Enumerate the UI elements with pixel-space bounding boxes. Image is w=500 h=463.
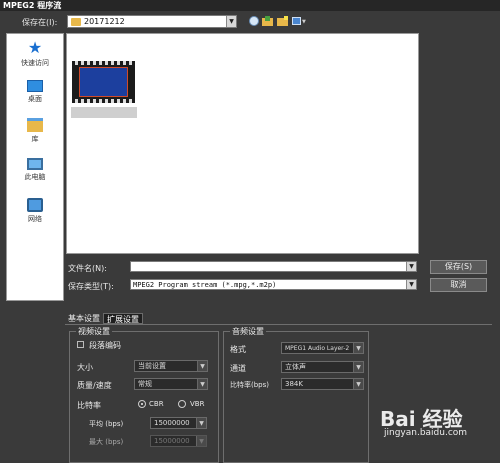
sidebar-item-label: 桌面 — [28, 95, 42, 103]
size-select[interactable]: 当前设置 ▼ — [134, 360, 208, 372]
window-title: MPEG2 程序流 — [0, 0, 500, 11]
segment-encoding-label: 段落编码 — [89, 341, 121, 350]
vbr-label: VBR — [190, 400, 205, 408]
sidebar-item-label: 库 — [31, 135, 39, 143]
chevron-down-icon[interactable]: ▼ — [197, 361, 207, 371]
video-group-title: 视频设置 — [76, 326, 112, 337]
chevron-down-icon[interactable]: ▼ — [226, 16, 236, 27]
chevron-down-icon[interactable]: ▼ — [406, 262, 416, 271]
average-bitrate-input[interactable]: 15000000 ▼ — [150, 417, 207, 429]
tab-extended[interactable]: 扩展设置 — [103, 313, 143, 324]
new-folder-icon[interactable] — [277, 16, 288, 26]
max-bitrate-input: 15000000 ▼ — [150, 435, 207, 447]
view-menu-icon[interactable]: ▼ — [292, 16, 306, 26]
desktop-icon — [27, 80, 43, 92]
sidebar-item-this-pc[interactable]: 此电脑 — [7, 158, 63, 182]
audio-channel-select[interactable]: 立体声 ▼ — [281, 361, 364, 373]
average-bitrate-label: 平均 (bps) — [89, 420, 124, 428]
segment-encoding-checkbox[interactable] — [77, 341, 84, 348]
tab-basic[interactable]: 基本设置 — [65, 313, 103, 324]
filename-input[interactable]: ▼ — [130, 261, 417, 272]
filename-label: 文件名(N): — [68, 264, 107, 273]
audio-format-value: MPEG1 Audio Layer-2 — [285, 345, 350, 352]
sidebar-item-label: 快速访问 — [21, 59, 49, 67]
chevron-down-icon[interactable]: ▼ — [406, 280, 416, 289]
chevron-down-icon[interactable]: ▼ — [196, 418, 206, 428]
sidebar-item-quick-access[interactable]: ★ 快速访问 — [7, 40, 63, 68]
audio-format-label: 格式 — [230, 345, 246, 354]
chevron-down-icon[interactable]: ▼ — [353, 379, 363, 389]
back-icon[interactable] — [249, 16, 259, 26]
quality-label: 质量/速度 — [77, 381, 112, 390]
filetype-value: MPEG2 Program stream (*.mpg,*.m2p) — [133, 281, 277, 289]
filetype-select[interactable]: MPEG2 Program stream (*.mpg,*.m2p) ▼ — [130, 279, 417, 290]
folder-icon — [71, 18, 81, 26]
up-folder-icon[interactable] — [262, 16, 273, 26]
audio-format-select[interactable]: MPEG1 Audio Layer-2 ▼ — [281, 342, 364, 354]
size-label: 大小 — [77, 363, 93, 372]
cbr-radio[interactable] — [138, 400, 146, 408]
chevron-down-icon: ▼ — [196, 436, 206, 446]
average-bitrate-value: 15000000 — [154, 419, 190, 427]
audio-group-title: 音频设置 — [230, 326, 266, 337]
save-in-label: 保存在(I): — [22, 18, 58, 27]
chevron-down-icon[interactable]: ▼ — [353, 343, 363, 353]
cbr-label: CBR — [149, 400, 164, 408]
file-list-pane[interactable] — [66, 33, 419, 254]
audio-channel-value: 立体声 — [285, 363, 306, 371]
max-bitrate-label: 最大 (bps) — [89, 438, 124, 446]
save-in-combo[interactable]: 20171212 ▼ — [67, 15, 237, 28]
computer-icon — [27, 158, 43, 170]
chevron-down-icon[interactable]: ▼ — [197, 379, 207, 389]
video-file-thumbnail[interactable] — [72, 61, 135, 103]
network-icon — [27, 198, 43, 212]
audio-bitrate-select[interactable]: 384K ▼ — [281, 378, 364, 390]
filetype-label: 保存类型(T): — [68, 282, 114, 291]
chevron-down-icon[interactable]: ▼ — [353, 362, 363, 372]
save-button[interactable]: 保存(S) — [430, 260, 487, 274]
library-icon — [27, 118, 43, 132]
audio-channel-label: 通道 — [230, 364, 246, 373]
cancel-button[interactable]: 取消 — [430, 278, 487, 292]
audio-bitrate-label: 比特率(bps) — [230, 381, 269, 389]
quality-select[interactable]: 常规 ▼ — [134, 378, 208, 390]
bitrate-label: 比特率 — [77, 401, 101, 410]
size-value: 当前设置 — [138, 362, 166, 370]
sidebar-item-desktop[interactable]: 桌面 — [7, 80, 63, 104]
file-name-blurred — [71, 107, 137, 118]
watermark-url: jingyan.baidu.com — [384, 428, 468, 438]
sidebar-item-label: 网络 — [28, 215, 42, 223]
quality-value: 常规 — [138, 380, 152, 388]
star-icon: ★ — [27, 38, 43, 57]
sidebar-item-network[interactable]: 网络 — [7, 198, 63, 224]
max-bitrate-value: 15000000 — [154, 437, 190, 445]
sidebar-item-label: 此电脑 — [24, 173, 46, 181]
audio-bitrate-value: 384K — [285, 380, 303, 388]
vbr-radio[interactable] — [178, 400, 186, 408]
places-sidebar: ★ 快速访问 桌面 库 此电脑 网络 — [6, 33, 64, 301]
save-in-value: 20171212 — [84, 17, 125, 26]
sidebar-item-library[interactable]: 库 — [7, 118, 63, 144]
